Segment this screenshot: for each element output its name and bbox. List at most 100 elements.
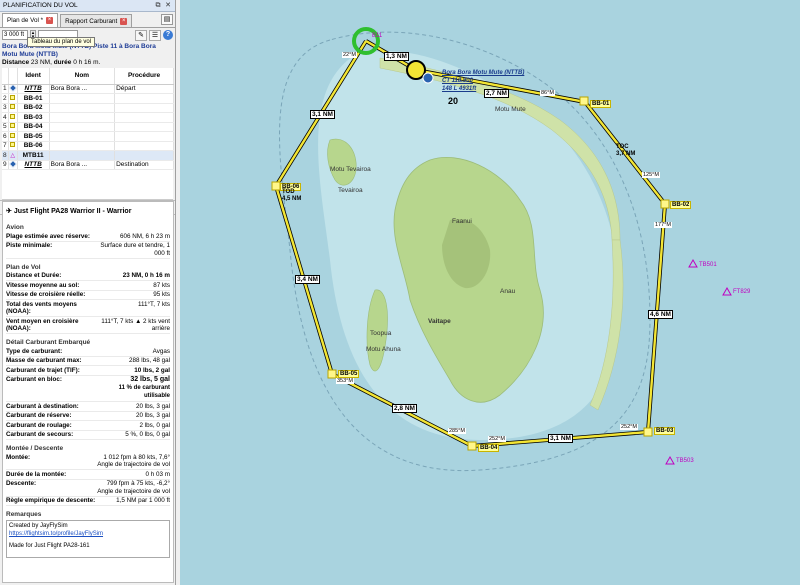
airport-marker[interactable] <box>406 60 426 80</box>
info-key: Carburant de trajet (TIF): <box>6 366 80 374</box>
navaid-label: TB501 <box>699 262 717 268</box>
col-name[interactable]: Nom <box>49 68 116 85</box>
waypoint-label: BB-04 <box>478 444 500 452</box>
section-fuel: Détail Carburant Embarqué <box>6 339 91 346</box>
table-header-row: Ident Nom Procédure <box>2 68 174 85</box>
info-row: Carburant à destination: 20 lbs, 3 gal <box>6 402 170 412</box>
tod-label: TOD <box>282 189 295 195</box>
flight-plan-table: Ident Nom Procédure 1 NTTB Bora Bora ... Dé… <box>2 68 174 170</box>
table-row[interactable]: 6 BB-05 <box>2 131 174 142</box>
edit-icon[interactable]: ✎ <box>135 29 147 41</box>
waypoint-marker[interactable] <box>579 96 589 106</box>
tab-menu-button[interactable]: ▤ <box>161 14 173 25</box>
info-value: 1,5 NM par 1 000 ft <box>116 497 170 504</box>
info-key: Piste minimale: <box>6 242 53 249</box>
waypoint-label: BB-02 <box>670 201 692 209</box>
table-row[interactable]: 1 NTTB Bora Bora ... Départ <box>2 84 174 94</box>
remarks-line: Created by JayFlySim <box>9 523 68 529</box>
navaid-icon[interactable] <box>665 455 675 465</box>
row-procedure: Départ <box>114 84 174 94</box>
toc-distance: 3,7 NM <box>616 151 636 157</box>
distance-label: Distance <box>2 59 30 66</box>
row-ident: BB-01 <box>17 93 50 104</box>
remarks-link[interactable]: https://flightsim.to/profile/JayFlySim <box>9 531 103 537</box>
float-icon[interactable]: ⧉ <box>154 2 162 10</box>
table-row[interactable]: 8 △ MTB11 <box>2 150 174 161</box>
info-row: Vitesse de croisière réelle: 95 kts <box>6 291 170 300</box>
info-row: Plage estimée avec réserve: 606 NM, 6 h 2… <box>6 232 170 242</box>
tod-distance: 4,5 NM <box>282 196 302 202</box>
info-key: Distance et Durée: <box>6 272 62 279</box>
row-procedure: Destination <box>114 160 174 170</box>
leg-distance: 2,8 NM <box>392 404 417 413</box>
close-icon[interactable]: ✕ <box>164 2 172 10</box>
info-row: Vitesse moyenne au sol: 87 kts <box>6 281 170 291</box>
waypoint-marker[interactable] <box>327 369 337 379</box>
info-value: 20 lbs, 3 gal <box>136 402 170 410</box>
remarks-line: Made for Just Flight PA28-161 <box>9 543 90 549</box>
airport-icon <box>8 84 17 92</box>
info-key: Durée de la montée: <box>6 470 67 478</box>
info-value: 32 lbs, 5 gal <box>130 376 170 383</box>
info-key: Carburant à destination: <box>6 402 79 410</box>
flight-planning-panel: PLANIFICATION DU VOL ⧉ ✕ Plan de Vol * ×… <box>0 0 176 585</box>
section-flight-plan: Plan de Vol <box>6 263 41 271</box>
row-name <box>49 131 116 142</box>
section-climb: Montée / Descente <box>6 445 64 452</box>
info-row: Masse de carburant max: 288 lbs, 48 gal <box>6 357 170 366</box>
info-value: 87 kts <box>153 281 170 289</box>
waypoint-marker[interactable] <box>660 199 670 209</box>
altitude-input[interactable]: 3 000 ft <box>2 30 28 40</box>
row-name: Bora Bora ... <box>49 84 116 94</box>
info-key: Montée: <box>6 453 31 461</box>
tab-fuel-report[interactable]: Rapport Carburant × <box>60 14 133 27</box>
table-row[interactable]: 4 BB-03 <box>2 112 174 123</box>
row-ident: BB-03 <box>17 112 50 123</box>
distance-value: 23 NM, <box>30 59 52 66</box>
navaid-icon[interactable] <box>688 258 698 268</box>
row-name <box>49 93 116 104</box>
tab-fuel-report-label: Rapport Carburant <box>65 17 118 25</box>
row-ident: MTB11 <box>17 150 50 161</box>
waypoint-label: BB-03 <box>654 427 676 435</box>
info-key: Total des vents moyens (NOAA): <box>6 300 77 316</box>
tab-close-icon[interactable]: × <box>120 17 128 25</box>
airport-name-label: Bora Bora Motu Mute (NTTB) <box>442 70 525 76</box>
col-procedure[interactable]: Procédure <box>114 68 174 85</box>
row-name: Bora Bora ... <box>49 160 116 170</box>
leg-track: 22°M <box>342 52 357 58</box>
waypoint-icon <box>10 142 16 148</box>
map-view[interactable]: B11 Bora Bora Motu Mute (NTTB) CT 118.90… <box>180 0 800 585</box>
info-row: Durée de la montée: 0 h 03 m <box>6 470 170 480</box>
waypoint-marker[interactable] <box>643 427 653 437</box>
list-icon[interactable]: ☰ <box>149 29 161 41</box>
table-row[interactable]: 7 BB-06 <box>2 141 174 151</box>
table-row[interactable]: 3 BB-02 <box>2 103 174 113</box>
airport-icon <box>8 160 17 168</box>
altitude-marker: 20 <box>448 96 459 106</box>
leg-track: 86°M <box>540 90 555 96</box>
info-value-sub: 11 % de carburant utilisable <box>118 384 170 400</box>
table-row[interactable]: 2 BB-01 <box>2 93 174 104</box>
info-value: 111°T, 7 kts <box>137 300 170 308</box>
navaid-icon[interactable] <box>722 286 732 296</box>
info-value: Surface dure et tendre, 1 000 ft <box>100 242 170 257</box>
leg-track: 125°M <box>642 172 660 178</box>
table-row[interactable]: 5 BB-04 <box>2 122 174 132</box>
remarks-box[interactable]: Created by JayFlySim https://flightsim.t… <box>6 520 170 558</box>
leg-distance: 1,3 NM <box>384 52 409 61</box>
col-ident[interactable]: Ident <box>17 68 50 85</box>
help-icon[interactable]: ? <box>163 30 173 40</box>
section-aircraft: Avion <box>6 224 24 231</box>
waypoint-marker[interactable] <box>467 441 477 451</box>
tab-close-icon[interactable]: × <box>46 17 54 24</box>
aircraft-title: ✈ Just Flight PA28 Warrior II - Warrior <box>6 204 170 219</box>
info-value: 2 lbs, 0 gal <box>139 421 170 429</box>
tab-flight-plan[interactable]: Plan de Vol * × <box>2 13 59 27</box>
waypoint-marker[interactable] <box>271 181 281 191</box>
info-value: 606 NM, 6 h 23 m <box>119 232 170 240</box>
town-label: Motu Mute <box>495 106 526 113</box>
info-value: 23 NM, 0 h 16 m <box>122 272 170 279</box>
leg-distance: 3,1 NM <box>310 110 335 119</box>
table-row[interactable]: 9 NTTB Bora Bora ... Destination <box>2 160 174 170</box>
